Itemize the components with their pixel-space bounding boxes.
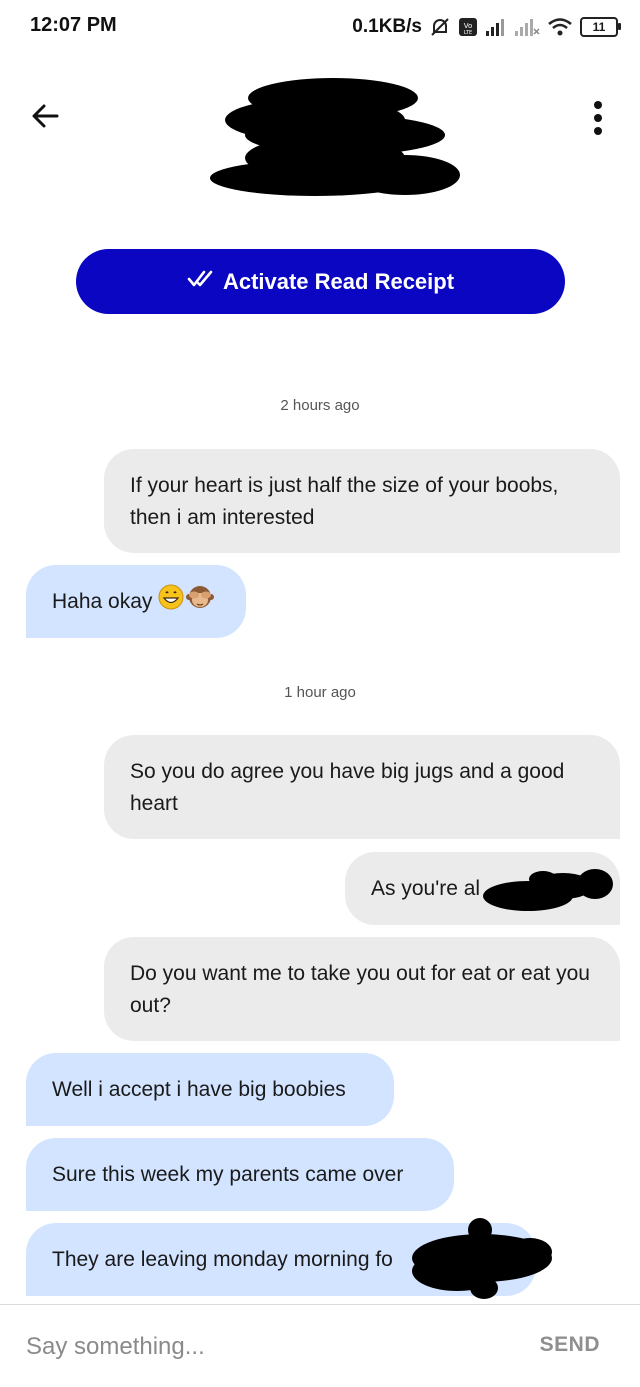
message-text: Haha okay	[52, 589, 153, 613]
battery-level: 11	[592, 20, 606, 34]
signal-2-icon	[514, 17, 540, 37]
timestamp: 1 hour ago	[284, 684, 356, 701]
redaction-scribble	[483, 864, 615, 914]
more-vertical-icon[interactable]	[588, 100, 608, 136]
message-sent[interactable]: Do you want me to take you out for eat o…	[104, 937, 620, 1041]
battery-icon: 11	[580, 17, 621, 37]
status-time: 12:07 PM	[30, 14, 117, 36]
message-text: If your heart is just half the size of y…	[130, 474, 559, 529]
mute-bell-icon	[429, 16, 451, 38]
message-text: Sure this week my parents came over	[52, 1162, 404, 1186]
message-received[interactable]: Well i accept i have big boobies	[26, 1053, 394, 1126]
see-no-evil-monkey-emoji-icon	[186, 584, 215, 620]
grin-emoji-icon	[158, 584, 184, 620]
status-bar: 12:07 PM 0.1KB/s Vo LTE 11	[0, 0, 640, 56]
read-receipt-label: Activate Read Receipt	[222, 268, 455, 294]
signal-icon	[485, 17, 507, 37]
double-check-icon	[187, 269, 213, 295]
message-received[interactable]: Haha okay	[26, 565, 246, 638]
message-text: So you do agree you have big jugs and a …	[130, 760, 565, 815]
wifi-icon	[547, 17, 573, 37]
message-composer: SEND	[0, 1304, 640, 1387]
message-text: Do you want me to take you out for eat o…	[130, 962, 590, 1017]
volte-icon: Vo LTE	[458, 16, 478, 38]
message-input[interactable]	[26, 1329, 506, 1365]
redaction-scribble	[412, 1216, 554, 1300]
message-sent[interactable]: So you do agree you have big jugs and a …	[104, 735, 620, 839]
message-text: As you're al	[371, 876, 481, 900]
svg-text:Vo: Vo	[464, 22, 473, 30]
send-button[interactable]: SEND	[540, 1333, 600, 1357]
network-speed: 0.1KB/s	[352, 16, 422, 37]
message-text: They are leaving monday morning fo	[52, 1247, 393, 1271]
message-sent[interactable]: If your heart is just half the size of y…	[104, 449, 620, 553]
back-arrow-icon[interactable]	[30, 100, 62, 132]
activate-read-receipt-button[interactable]: Activate Read Receipt	[76, 249, 565, 314]
message-text: Well i accept i have big boobies	[52, 1077, 346, 1101]
status-icons: 0.1KB/s Vo LTE 11	[352, 12, 621, 42]
message-received[interactable]: Sure this week my parents came over	[26, 1138, 454, 1211]
timestamp: 2 hours ago	[280, 397, 360, 414]
redacted-contact-name	[205, 70, 470, 205]
svg-text:LTE: LTE	[464, 30, 472, 36]
